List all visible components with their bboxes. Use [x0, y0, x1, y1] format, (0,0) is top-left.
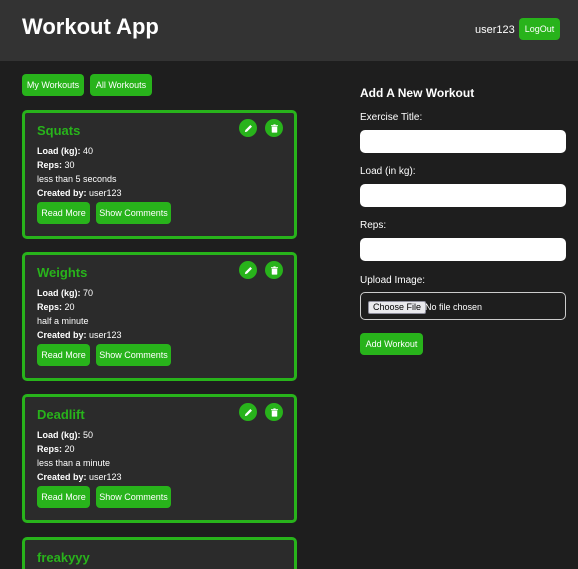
load-line: Load (kg): 70: [37, 288, 94, 298]
delete-button[interactable]: [265, 119, 283, 137]
trash-icon: [270, 123, 278, 133]
workout-description: less than 5 seconds: [37, 174, 117, 184]
edit-button[interactable]: [239, 403, 257, 421]
workout-description: less than a minute: [37, 458, 111, 468]
load-label: Load (in kg):: [360, 166, 416, 177]
workout-title: freakyyy: [37, 550, 90, 565]
trash-icon: [270, 407, 278, 417]
app-title: Workout App: [22, 14, 159, 39]
file-upload-field[interactable]: Choose File No file chosen: [360, 292, 566, 320]
pencil-icon: [244, 124, 252, 132]
reps-line: Reps: 30: [37, 160, 75, 170]
workout-card: Deadlift Load (kg): 50 Reps: 20 less tha…: [22, 394, 297, 523]
reps-input[interactable]: [360, 238, 566, 261]
read-more-button[interactable]: Read More: [37, 202, 90, 224]
add-workout-button[interactable]: Add Workout: [360, 333, 423, 355]
reps-label: Reps:: [360, 220, 387, 231]
upload-image-label: Upload Image:: [360, 275, 426, 286]
exercise-title-label: Exercise Title:: [360, 112, 423, 123]
pencil-icon: [244, 408, 252, 416]
workout-card: Squats Load (kg): 40 Reps: 30 less than …: [22, 110, 297, 239]
workout-title: Squats: [37, 123, 81, 138]
delete-button[interactable]: [265, 403, 283, 421]
trash-icon: [270, 265, 278, 275]
load-line: Load (kg): 50: [37, 430, 94, 440]
workout-card: freakyyy: [22, 537, 297, 569]
read-more-button[interactable]: Read More: [37, 486, 90, 508]
workout-title: Deadlift: [37, 407, 85, 422]
app-header: Workout App user123 LogOut: [0, 0, 578, 61]
created-by-line: Created by: user123: [37, 188, 122, 198]
choose-file-button[interactable]: Choose File: [368, 301, 427, 314]
show-comments-button[interactable]: Show Comments: [96, 486, 171, 508]
load-line: Load (kg): 40: [37, 146, 94, 156]
pencil-icon: [244, 266, 252, 274]
delete-button[interactable]: [265, 261, 283, 279]
reps-line: Reps: 20: [37, 302, 75, 312]
all-workouts-button[interactable]: All Workouts: [90, 74, 152, 96]
workout-description: half a minute: [37, 316, 89, 326]
exercise-title-input[interactable]: [360, 130, 566, 153]
no-file-text: No file chosen: [425, 302, 483, 312]
show-comments-button[interactable]: Show Comments: [96, 344, 171, 366]
workout-card: Weights Load (kg): 70 Reps: 20 half a mi…: [22, 252, 297, 381]
show-comments-button[interactable]: Show Comments: [96, 202, 171, 224]
reps-line: Reps: 20: [37, 444, 75, 454]
username: user123: [475, 24, 515, 36]
edit-button[interactable]: [239, 261, 257, 279]
my-workouts-button[interactable]: My Workouts: [22, 74, 84, 96]
load-input[interactable]: [360, 184, 566, 207]
form-heading: Add A New Workout: [360, 86, 475, 100]
created-by-line: Created by: user123: [37, 330, 122, 340]
read-more-button[interactable]: Read More: [37, 344, 90, 366]
created-by-line: Created by: user123: [37, 472, 122, 482]
edit-button[interactable]: [239, 119, 257, 137]
workout-title: Weights: [37, 265, 88, 280]
logout-button[interactable]: LogOut: [519, 18, 560, 40]
